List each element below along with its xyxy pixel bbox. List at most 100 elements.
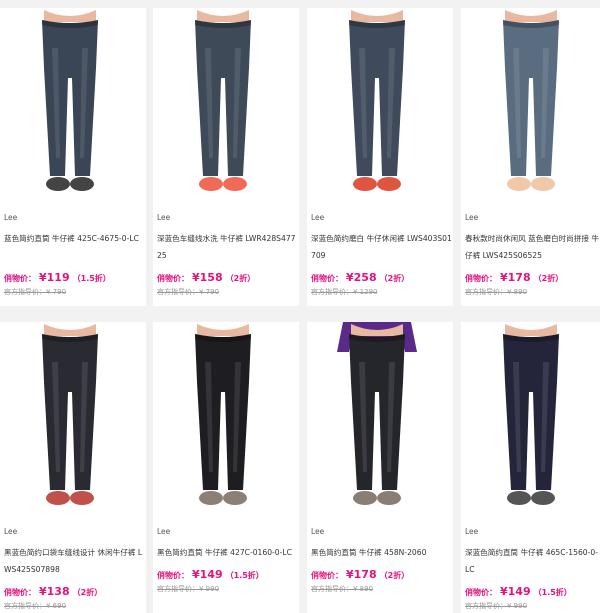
product-brand: Lee bbox=[311, 213, 325, 222]
product-title[interactable]: 黑蓝色简约口袋车缝线设计 休闲牛仔裤 LWS425S07898 bbox=[4, 544, 146, 578]
product-price: 俏物价： ¥149 （1.5折） bbox=[157, 565, 299, 581]
discount-badge: （2折） bbox=[225, 274, 256, 283]
price-value: 149 bbox=[507, 585, 531, 598]
jeans-illustration bbox=[503, 324, 559, 505]
right-shoe bbox=[70, 177, 94, 191]
jeans-illustration bbox=[195, 10, 251, 191]
product-card[interactable]: Lee 黑蓝色简约口袋车缝线设计 休闲牛仔裤 LWS425S07898 俏物价：… bbox=[0, 322, 146, 613]
left-shoe bbox=[507, 491, 531, 505]
product-image[interactable] bbox=[0, 322, 146, 518]
currency-symbol: ¥ bbox=[346, 568, 354, 581]
ref-label: 官方指导价： bbox=[4, 602, 46, 610]
product-card[interactable]: Lee 黑色简约直筒 牛仔裤 458N-2060 俏物价： ¥178 （2折） 官方… bbox=[307, 322, 453, 613]
product-brand: Lee bbox=[157, 213, 171, 222]
left-shoe bbox=[199, 491, 223, 505]
product-title[interactable]: 黑色简约直筒 牛仔裤 427C-0160-0-LC bbox=[157, 544, 299, 561]
ref-label: 官方指导价： bbox=[311, 288, 353, 296]
currency-symbol: ¥ bbox=[500, 585, 508, 598]
ref-price-value: ¥ 690 bbox=[46, 602, 67, 610]
reference-price: 官方指导价：¥ 890 bbox=[465, 287, 600, 297]
price-label: 俏物价： bbox=[157, 571, 189, 580]
product-title[interactable]: 深蓝色车缝线水洗 牛仔裤 LWR428S47725 bbox=[157, 230, 299, 264]
product-title[interactable]: 深蓝色简约直筒 牛仔裤 465C-1560-0-LC bbox=[465, 544, 600, 578]
discount-badge: （2折） bbox=[72, 588, 103, 597]
price-value: 138 bbox=[46, 585, 70, 598]
product-card[interactable]: Lee 蓝色简约直筒 牛仔裤 425C-4675-0-LC 俏物价： ¥119 （1… bbox=[0, 8, 146, 306]
right-shoe bbox=[377, 491, 401, 505]
product-image[interactable] bbox=[153, 8, 299, 204]
product-card[interactable]: Lee 深蓝色简约磨白 牛仔休闲裤 LWS403S01709 俏物价： ¥258 （… bbox=[307, 8, 453, 306]
product-brand: Lee bbox=[157, 527, 171, 536]
right-shoe bbox=[377, 177, 401, 191]
product-price: 俏物价： ¥138 （2折） bbox=[4, 582, 146, 598]
jeans-illustration bbox=[349, 10, 405, 191]
product-price: 俏物价： ¥178 （2折） bbox=[311, 565, 453, 581]
price-label: 俏物价： bbox=[311, 571, 343, 580]
ref-price-value: ¥ 790 bbox=[199, 288, 220, 296]
product-brand: Lee bbox=[4, 527, 18, 536]
right-shoe bbox=[223, 491, 247, 505]
price-label: 俏物价： bbox=[465, 588, 497, 597]
ref-label: 官方指导价： bbox=[465, 602, 507, 610]
product-card[interactable]: Lee 深蓝色简约直筒 牛仔裤 465C-1560-0-LC 俏物价： ¥149 （… bbox=[461, 322, 600, 613]
product-image[interactable] bbox=[461, 8, 600, 204]
product-card[interactable]: Lee 深蓝色车缝线水洗 牛仔裤 LWR428S47725 俏物价： ¥158 （2… bbox=[153, 8, 299, 306]
product-title[interactable]: 深蓝色简约磨白 牛仔休闲裤 LWS403S01709 bbox=[311, 230, 453, 264]
reference-price: 官方指导价：¥ 990 bbox=[157, 584, 299, 594]
product-title[interactable]: 春秋款时尚休闲风 蓝色磨白时尚拼接 牛仔裤 LWS425S06525 bbox=[465, 230, 600, 264]
price-value: 119 bbox=[46, 271, 70, 284]
jeans-illustration bbox=[195, 324, 251, 505]
jeans-illustration bbox=[42, 10, 98, 191]
product-price: 俏物价： ¥158 （2折） bbox=[157, 268, 299, 284]
waist-skin bbox=[44, 10, 96, 22]
left-shoe bbox=[46, 177, 70, 191]
discount-badge: （2折） bbox=[533, 274, 564, 283]
product-image[interactable] bbox=[307, 8, 453, 204]
price-value: 178 bbox=[353, 568, 377, 581]
jeans-illustration bbox=[503, 10, 559, 191]
left-shoe bbox=[46, 491, 70, 505]
price-label: 俏物价： bbox=[4, 274, 36, 283]
jeans-shape bbox=[349, 334, 405, 490]
left-shoe bbox=[353, 491, 377, 505]
reference-price: 官方指导价：¥ 790 bbox=[157, 287, 299, 297]
jeans-shape bbox=[503, 334, 559, 490]
jeans-shape bbox=[42, 20, 98, 176]
price-label: 俏物价： bbox=[311, 274, 343, 283]
waist-skin bbox=[197, 324, 249, 336]
jeans-shape bbox=[42, 334, 98, 490]
product-image[interactable] bbox=[153, 322, 299, 518]
ref-label: 官方指导价： bbox=[465, 288, 507, 296]
discount-badge: （2折） bbox=[379, 571, 410, 580]
reference-price: 官方指导价：¥ 790 bbox=[4, 287, 146, 297]
right-shoe bbox=[223, 177, 247, 191]
currency-symbol: ¥ bbox=[192, 271, 200, 284]
discount-badge: （1.5折） bbox=[72, 274, 111, 283]
reference-price: 官方指导价：¥ 1290 bbox=[311, 287, 453, 297]
product-price: 俏物价： ¥149 （1.5折） bbox=[465, 582, 600, 598]
ref-price-value: ¥ 990 bbox=[507, 602, 528, 610]
right-shoe bbox=[531, 177, 555, 191]
product-card[interactable]: Lee 黑色简约直筒 牛仔裤 427C-0160-0-LC 俏物价： ¥149 （1… bbox=[153, 322, 299, 613]
waist-skin bbox=[197, 10, 249, 22]
ref-price-value: ¥ 890 bbox=[353, 585, 374, 593]
product-image[interactable] bbox=[0, 8, 146, 204]
currency-symbol: ¥ bbox=[39, 271, 47, 284]
product-title[interactable]: 黑色简约直筒 牛仔裤 458N-2060 bbox=[311, 544, 453, 561]
ref-price-value: ¥ 1290 bbox=[353, 288, 378, 296]
product-brand: Lee bbox=[4, 213, 18, 222]
currency-symbol: ¥ bbox=[500, 271, 508, 284]
product-image[interactable] bbox=[307, 322, 453, 518]
currency-symbol: ¥ bbox=[192, 568, 200, 581]
product-title[interactable]: 蓝色简约直筒 牛仔裤 425C-4675-0-LC bbox=[4, 230, 146, 264]
product-price: 俏物价： ¥178 （2折） bbox=[465, 268, 600, 284]
currency-symbol: ¥ bbox=[346, 271, 354, 284]
product-card[interactable]: Lee 春秋款时尚休闲风 蓝色磨白时尚拼接 牛仔裤 LWS425S06525 俏… bbox=[461, 8, 600, 306]
product-image[interactable] bbox=[461, 322, 600, 518]
jeans-illustration bbox=[337, 322, 417, 505]
ref-price-value: ¥ 890 bbox=[507, 288, 528, 296]
price-value: 178 bbox=[507, 271, 531, 284]
price-value: 258 bbox=[353, 271, 377, 284]
jeans-shape bbox=[195, 334, 251, 490]
price-value: 158 bbox=[199, 271, 223, 284]
